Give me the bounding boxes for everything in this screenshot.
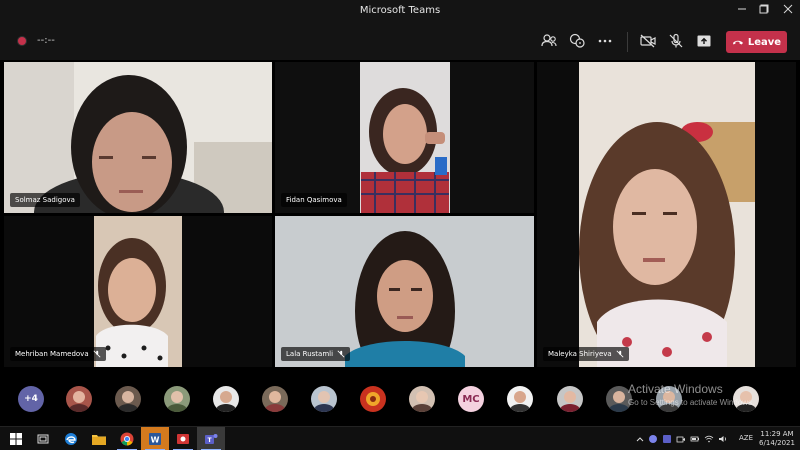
participant-avatar[interactable] [557, 386, 583, 412]
participant-avatar[interactable] [409, 386, 435, 412]
input-language[interactable]: AZE [739, 434, 753, 442]
participant-name: Mehriban Mamedova [15, 350, 89, 358]
meeting-toolbar: --:-- Leave [0, 24, 800, 60]
toolbar-divider [627, 32, 628, 52]
tray-app-icon[interactable] [648, 434, 658, 444]
leave-button[interactable]: Leave [726, 31, 787, 53]
chat-icon[interactable] [568, 32, 586, 50]
volume-icon[interactable] [718, 434, 728, 444]
participant-name: Maleyka Shiriyeva [548, 350, 612, 358]
mic-off-icon[interactable] [667, 32, 685, 50]
participant-name-tag: Solmaz Sadigova [10, 193, 80, 207]
participant-avatar[interactable] [262, 386, 288, 412]
watermark-title: Activate Windows [628, 382, 723, 396]
participant-avatar[interactable] [311, 386, 337, 412]
participant-name-tag: Lala Rustamli [281, 347, 351, 361]
maximize-icon[interactable] [757, 4, 771, 18]
participant-avatar-initials[interactable]: MC [458, 386, 484, 412]
video-feed-solmaz [4, 62, 272, 213]
participant-name-tag: Fidan Qasimova [281, 193, 347, 207]
participant-avatar[interactable] [164, 386, 190, 412]
system-clock[interactable]: 11:29 AM 6/14/2021 [758, 430, 796, 448]
participant-name: Lala Rustamli [286, 350, 334, 358]
clock-time: 11:29 AM [760, 430, 794, 438]
wifi-icon[interactable] [704, 434, 714, 444]
video-tile-lala[interactable]: Lala Rustamli [275, 216, 534, 367]
chrome-icon[interactable] [113, 427, 141, 450]
task-view-icon[interactable] [29, 427, 57, 450]
mic-muted-icon [93, 350, 101, 358]
recording-indicator-icon [17, 36, 27, 46]
participant-name: Fidan Qasimova [286, 196, 342, 204]
participant-avatar[interactable] [66, 386, 92, 412]
mic-muted-icon [616, 350, 624, 358]
share-screen-icon[interactable] [695, 32, 713, 50]
participant-avatar[interactable] [115, 386, 141, 412]
video-tile-mehriban[interactable]: Mehriban Mamedova [4, 216, 272, 367]
participant-name-tag: Maleyka Shiriyeva [543, 347, 629, 361]
more-options-icon[interactable] [596, 32, 614, 50]
word-icon[interactable]: W [141, 427, 169, 450]
windows-start-icon[interactable] [2, 427, 30, 450]
teams-icon[interactable]: T [197, 427, 225, 450]
battery-icon[interactable] [690, 434, 700, 444]
clock-date: 6/14/2021 [759, 439, 795, 447]
participant-name-tag: Mehriban Mamedova [10, 347, 106, 361]
activate-windows-watermark: Activate Windows Go to Settings to activ… [628, 382, 754, 407]
close-icon[interactable] [781, 4, 795, 18]
video-feed-fidan [275, 62, 534, 213]
participants-icon[interactable] [540, 32, 558, 50]
screen-recorder-icon[interactable] [169, 427, 197, 450]
svg-text:W: W [151, 436, 160, 445]
participant-avatar[interactable] [360, 386, 386, 412]
video-feed-mehriban [4, 216, 272, 367]
tray-camera-icon[interactable] [676, 434, 686, 444]
participant-avatar[interactable] [507, 386, 533, 412]
participant-avatar[interactable] [213, 386, 239, 412]
hang-up-icon [732, 40, 743, 45]
windows-taskbar: W T AZE 11:29 AM 6/14/2021 [0, 426, 800, 450]
video-feed-maleyka [537, 62, 796, 367]
camera-off-icon[interactable] [639, 32, 657, 50]
video-tile-solmaz[interactable]: Solmaz Sadigova [4, 62, 272, 213]
watermark-subtitle: Go to Settings to activate Windows. [628, 398, 755, 407]
mic-muted-icon [337, 350, 345, 358]
video-tile-maleyka[interactable]: Maleyka Shiriyeva [537, 62, 796, 367]
tray-teams-icon[interactable] [662, 434, 672, 444]
minimize-icon[interactable] [735, 4, 749, 18]
leave-label: Leave [747, 36, 782, 48]
file-explorer-icon[interactable] [85, 427, 113, 450]
show-hidden-icons-icon[interactable] [636, 435, 644, 443]
title-bar: Microsoft Teams [0, 0, 800, 24]
meeting-timer: --:-- [37, 35, 55, 46]
edge-icon[interactable] [57, 427, 85, 450]
window-title: Microsoft Teams [359, 5, 441, 16]
video-feed-lala [275, 216, 534, 367]
participant-name: Solmaz Sadigova [15, 196, 75, 204]
system-tray [636, 427, 728, 450]
more-participants-badge[interactable]: +4 [18, 386, 44, 412]
video-tile-fidan[interactable]: Fidan Qasimova [275, 62, 534, 213]
